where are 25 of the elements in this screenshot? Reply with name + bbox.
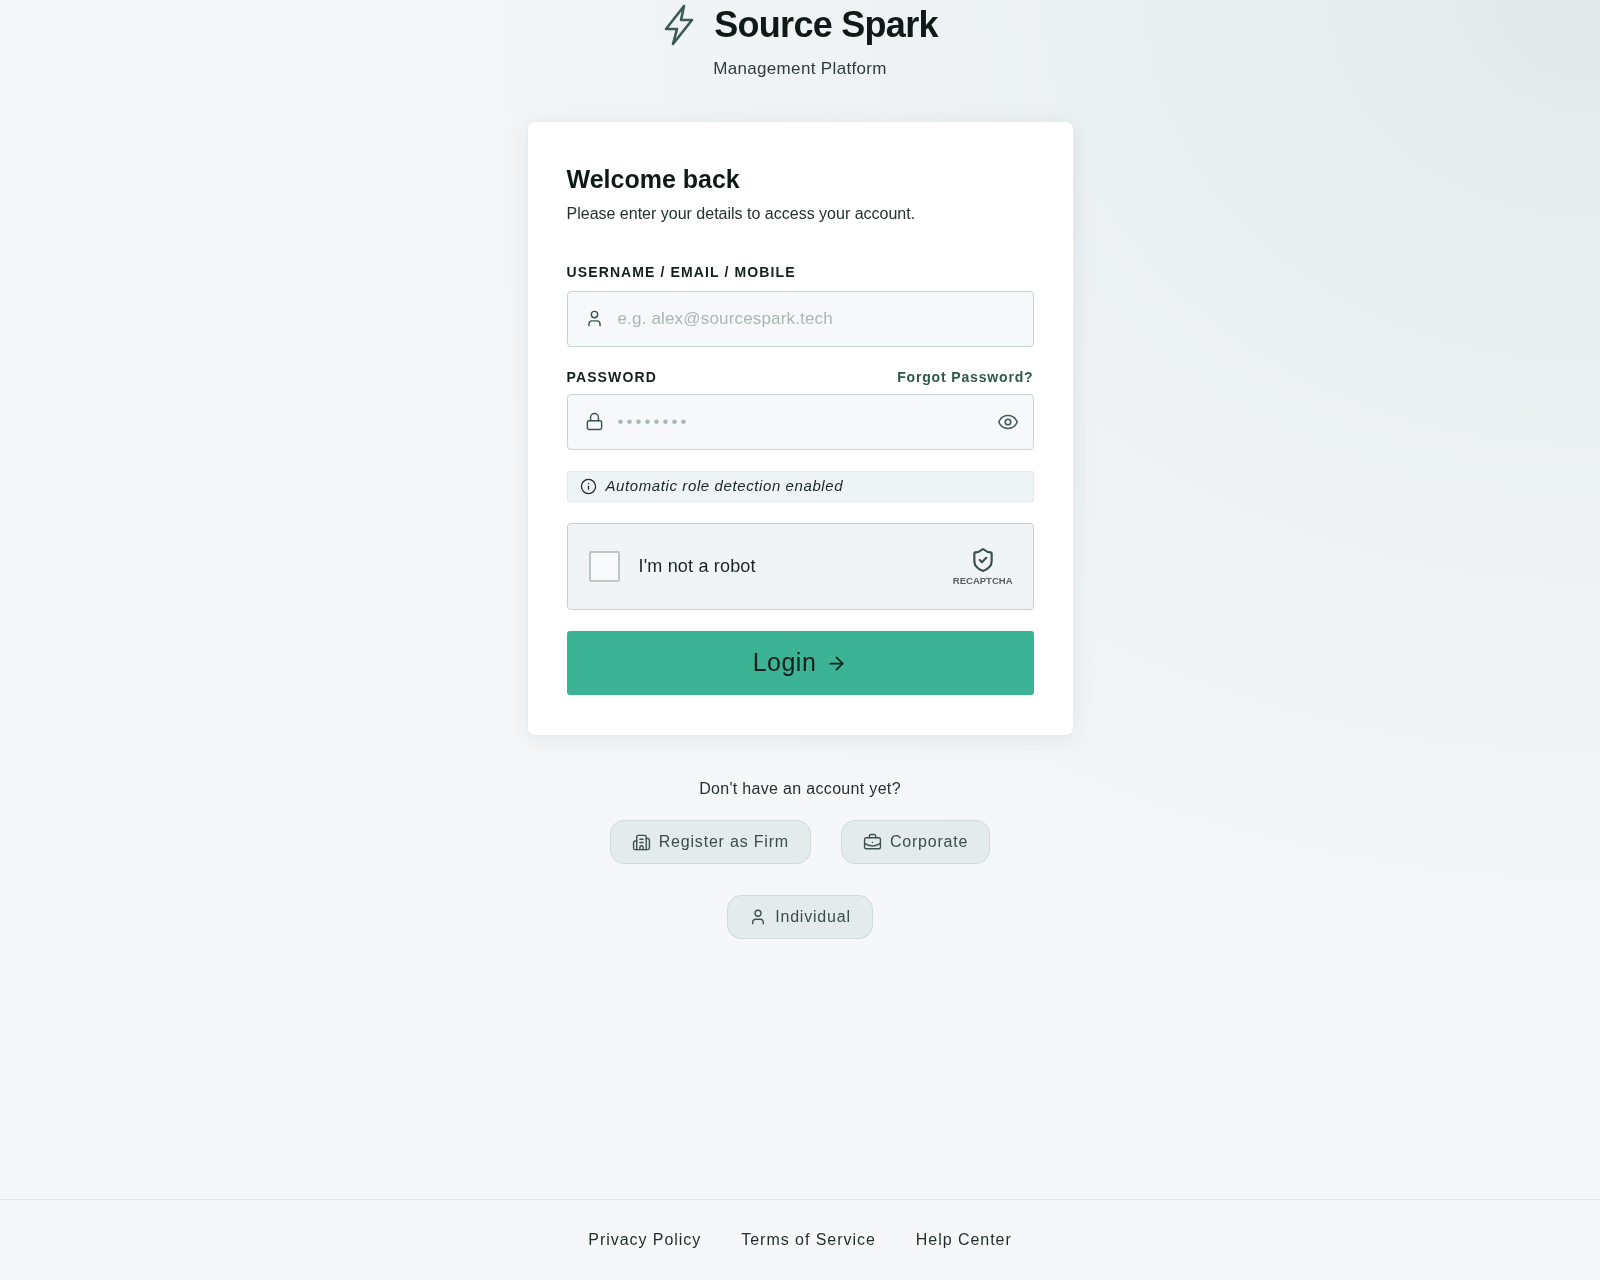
card-title: Welcome back <box>566 164 741 195</box>
forgot-password-link[interactable]: Forgot Password? <box>897 367 1034 387</box>
captcha-label: I'm not a robot <box>638 555 756 578</box>
recaptcha-label: RECAPTCHA <box>952 574 1013 587</box>
field-label: PASSWORD <box>566 368 657 387</box>
signup-prompt: Don't have an account yet? <box>699 779 901 799</box>
lock-icon <box>584 412 604 431</box>
app-title: Source Spark <box>714 3 938 47</box>
password-field[interactable]: •••••••• <box>566 394 1034 450</box>
register-button[interactable]: Individual <box>727 895 873 939</box>
notice-text: Automatic role detection enabled <box>605 476 844 497</box>
field-label: USERNAME / EMAIL / MOBILE <box>566 263 796 282</box>
card-subtitle: Please enter your details to access your account. <box>566 204 917 224</box>
app-subtitle: Management Platform <box>713 58 887 80</box>
footer-link[interactable]: Help Center <box>915 1228 1012 1252</box>
username-field[interactable]: e.g. alex@sourcespark.tech <box>566 291 1034 347</box>
info-icon <box>579 478 597 495</box>
footer-link[interactable]: Privacy Policy <box>588 1228 702 1252</box>
register-button[interactable]: Register as Firm <box>609 820 811 864</box>
briefcase-icon <box>862 832 882 852</box>
login-button[interactable]: Login <box>566 631 1034 695</box>
footer-link[interactable]: Terms of Service <box>741 1228 876 1252</box>
checkbox[interactable] <box>588 551 620 582</box>
building-icon <box>631 832 651 852</box>
register-button[interactable]: Corporate <box>840 820 991 864</box>
